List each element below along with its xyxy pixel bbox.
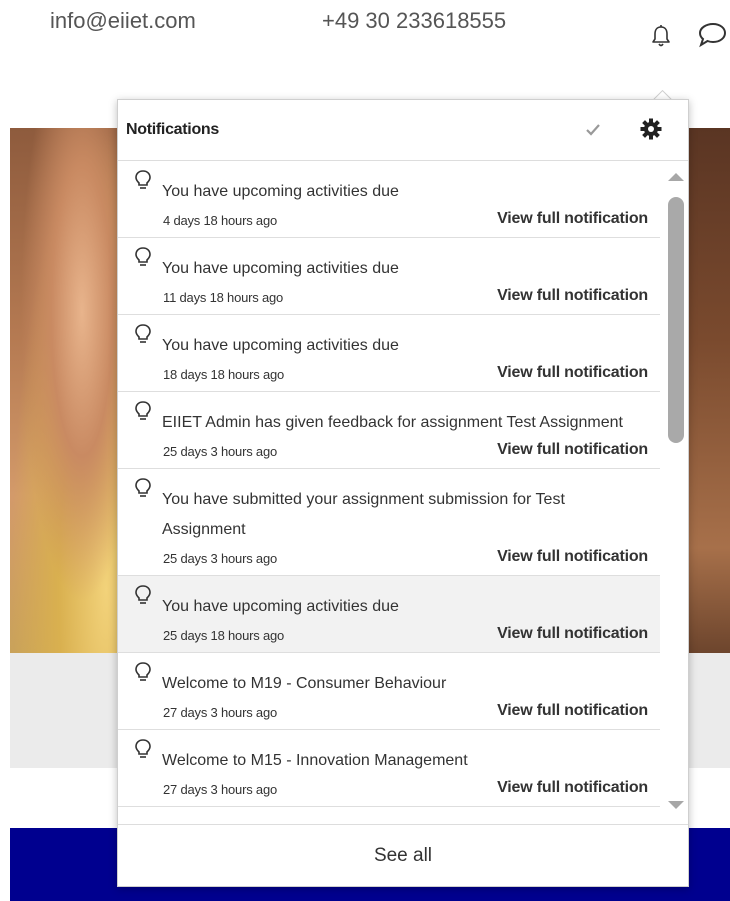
- view-full-notification-link[interactable]: View full notification: [497, 287, 648, 305]
- bulb-icon: [135, 662, 151, 681]
- bulb-icon: [135, 478, 151, 497]
- bulb-icon: [135, 401, 151, 420]
- hero-right-region: [685, 128, 730, 653]
- notification-time: 4 days 18 hours ago: [163, 213, 278, 228]
- scroll-down-arrow-icon[interactable]: [668, 801, 684, 809]
- gear-icon[interactable]: [640, 118, 662, 140]
- bulb-icon: [135, 585, 151, 604]
- notification-time: 25 days 18 hours ago: [163, 628, 285, 643]
- popover-footer: See all: [118, 824, 688, 887]
- popover-title: Notifications: [126, 121, 219, 138]
- notification-item[interactable]: You have upcoming activities due 11 days…: [118, 238, 660, 315]
- scroll-thumb[interactable]: [668, 197, 684, 443]
- notification-time: 25 days 3 hours ago: [163, 551, 278, 566]
- contact-email[interactable]: info@eiiet.com: [50, 8, 196, 34]
- bulb-icon: [135, 324, 151, 343]
- bell-icon[interactable]: [650, 24, 672, 48]
- notification-list: You have upcoming activities due 4 days …: [118, 161, 660, 824]
- notification-text: You have upcoming activities due: [162, 598, 399, 615]
- bulb-icon: [135, 247, 151, 266]
- notification-text: Welcome to M15 - Innovation Management: [162, 752, 468, 769]
- notification-time: 25 days 3 hours ago: [163, 444, 278, 459]
- view-full-notification-link[interactable]: View full notification: [497, 364, 648, 382]
- notification-item[interactable]: You have submitted your assignment submi…: [118, 469, 660, 576]
- notification-item[interactable]: You have upcoming activities due 18 days…: [118, 315, 660, 392]
- notification-time: 27 days 3 hours ago: [163, 705, 278, 720]
- bulb-icon: [135, 170, 151, 189]
- notifications-popover: Notifications You have upcoming activiti…: [117, 99, 689, 887]
- view-full-notification-link[interactable]: View full notification: [497, 702, 648, 720]
- view-full-notification-link[interactable]: View full notification: [497, 210, 648, 228]
- notification-item[interactable]: You have upcoming activities due 25 days…: [118, 576, 660, 653]
- notification-text: You have submitted your assignment submi…: [162, 491, 565, 538]
- scroll-up-arrow-icon[interactable]: [668, 173, 684, 181]
- notification-scrollbar[interactable]: [661, 161, 687, 824]
- popover-header: Notifications: [118, 100, 688, 161]
- notification-time: 27 days 3 hours ago: [163, 782, 278, 797]
- hero-face-region: [10, 128, 130, 653]
- notification-time: 18 days 18 hours ago: [163, 367, 285, 382]
- notification-item[interactable]: EIIET Admin has given feedback for assig…: [118, 392, 660, 469]
- chat-icon[interactable]: [697, 20, 727, 48]
- check-icon[interactable]: [585, 123, 601, 137]
- notification-text: EIIET Admin has given feedback for assig…: [162, 414, 623, 431]
- contact-phone[interactable]: +49 30 233618555: [322, 8, 506, 34]
- see-all-link[interactable]: See all: [374, 845, 432, 867]
- bulb-icon: [135, 739, 151, 758]
- notification-item[interactable]: You have upcoming activities due 4 days …: [118, 161, 660, 238]
- view-full-notification-link[interactable]: View full notification: [497, 548, 648, 566]
- view-full-notification-link[interactable]: View full notification: [497, 625, 648, 643]
- notification-item[interactable]: Welcome to M19 - Consumer Behaviour 27 d…: [118, 653, 660, 730]
- notification-text: You have upcoming activities due: [162, 337, 399, 354]
- notification-text: You have upcoming activities due: [162, 183, 399, 200]
- notification-time: 11 days 18 hours ago: [163, 290, 284, 305]
- view-full-notification-link[interactable]: View full notification: [497, 441, 648, 459]
- notification-item[interactable]: Welcome to M15 - Innovation Management 2…: [118, 730, 660, 807]
- view-full-notification-link[interactable]: View full notification: [497, 779, 648, 797]
- notification-text: Welcome to M19 - Consumer Behaviour: [162, 675, 447, 692]
- notification-text: You have upcoming activities due: [162, 260, 399, 277]
